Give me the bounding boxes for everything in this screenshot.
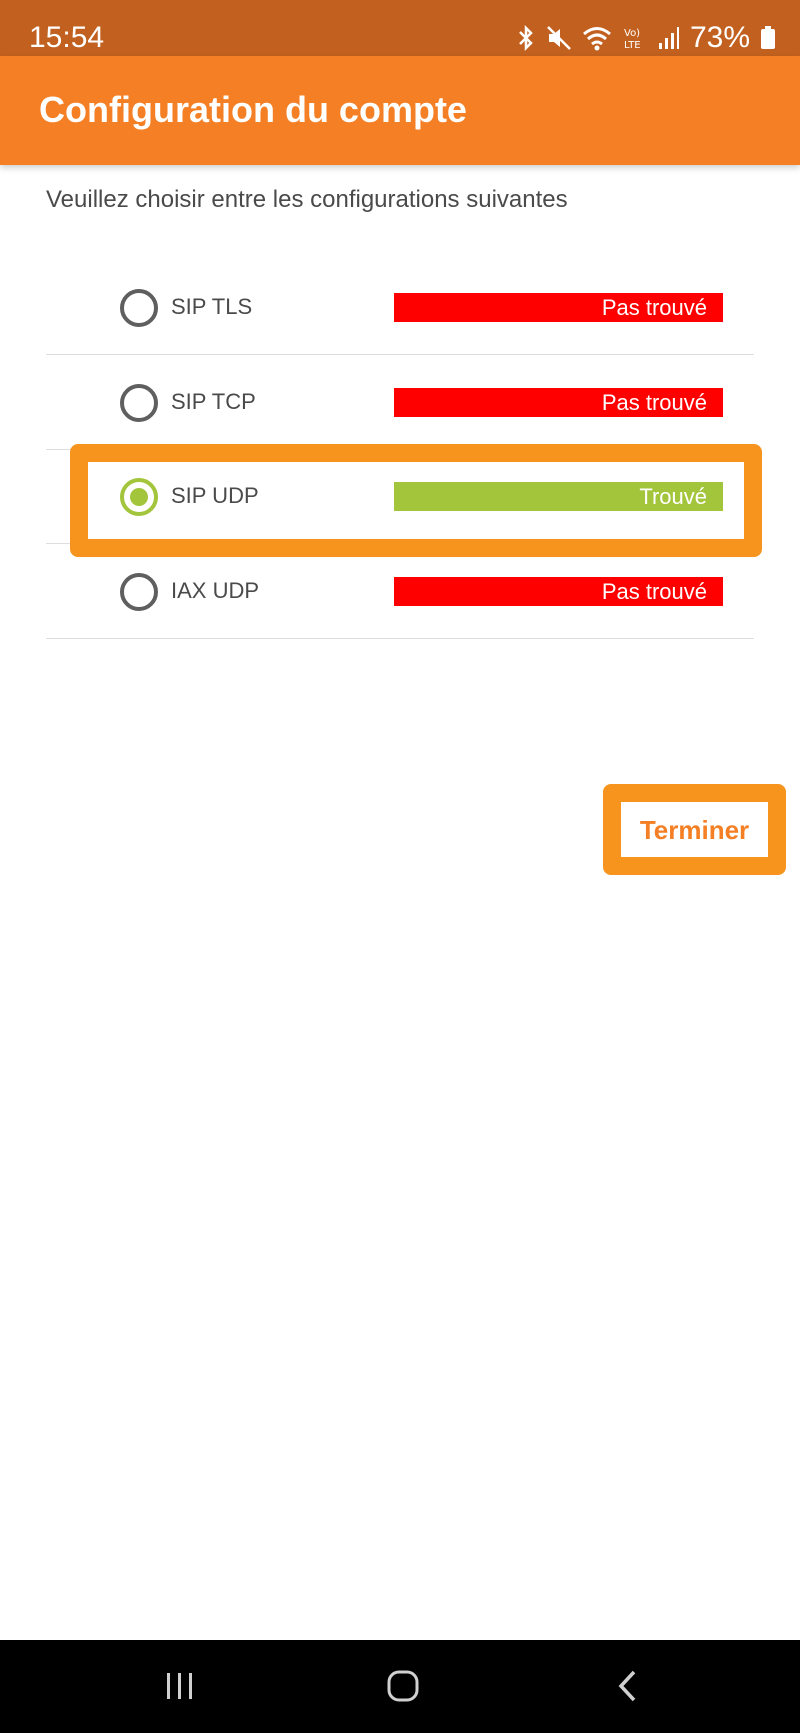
option-sip-udp[interactable]: SIP UDP Trouvé	[46, 449, 754, 544]
finish-button[interactable]: Terminer	[603, 784, 786, 875]
radio-button[interactable]	[120, 573, 158, 611]
back-icon[interactable]	[597, 1660, 657, 1712]
option-iax-udp[interactable]: IAX UDP Pas trouvé	[46, 544, 754, 639]
status-icons: Vo) LTE 73%	[516, 19, 776, 57]
status-badge: Trouvé	[394, 482, 723, 511]
bluetooth-icon	[516, 25, 536, 51]
battery-icon	[760, 25, 776, 51]
option-label: SIP TLS	[171, 294, 253, 319]
status-badge: Pas trouvé	[394, 293, 723, 322]
status-bar: 15:54 Vo) LTE 73%	[0, 0, 800, 56]
battery-level: 73%	[689, 21, 750, 54]
volte-icon: Vo) LTE	[622, 25, 648, 51]
option-label: IAX UDP	[171, 578, 260, 603]
option-label: SIP TCP	[171, 389, 256, 414]
mute-icon	[546, 25, 572, 51]
option-sip-tls[interactable]: SIP TLS Pas trouvé	[46, 260, 754, 355]
recents-icon[interactable]	[150, 1660, 210, 1712]
page-title: Configuration du compte	[39, 89, 467, 130]
finish-label: Terminer	[639, 814, 750, 845]
radio-button[interactable]	[120, 384, 158, 422]
option-label: SIP UDP	[171, 483, 259, 508]
navigation-bar	[0, 1640, 800, 1733]
svg-text:LTE: LTE	[624, 40, 641, 51]
divider	[46, 638, 754, 639]
signal-icon	[658, 25, 680, 51]
instruction-text: Veuillez choisir entre les configuration…	[46, 186, 568, 213]
option-sip-tcp[interactable]: SIP TCP Pas trouvé	[46, 355, 754, 450]
svg-text:Vo): Vo)	[624, 28, 640, 39]
wifi-icon	[582, 25, 612, 51]
radio-button[interactable]	[120, 289, 158, 327]
home-icon[interactable]	[373, 1660, 433, 1712]
status-badge: Pas trouvé	[394, 388, 723, 417]
app-bar: Configuration du compte	[0, 56, 800, 165]
radio-button[interactable]	[120, 478, 158, 516]
status-time: 15:54	[29, 21, 105, 54]
status-badge: Pas trouvé	[394, 577, 723, 606]
